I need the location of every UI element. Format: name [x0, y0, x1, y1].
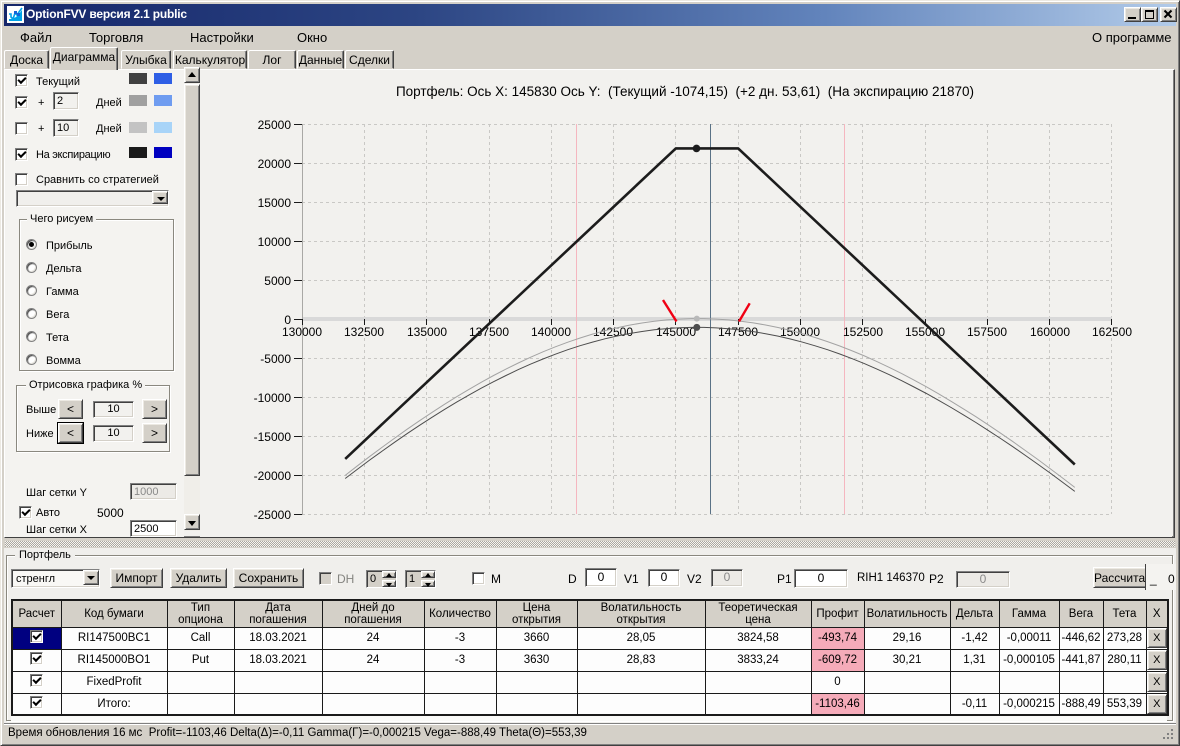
- svg-text:162500: 162500: [1092, 325, 1132, 339]
- svg-text:-5000: -5000: [260, 352, 291, 366]
- svg-text:-20000: -20000: [254, 469, 292, 483]
- svg-text:152500: 152500: [843, 325, 883, 339]
- svg-text:132500: 132500: [344, 325, 384, 339]
- svg-text:15000: 15000: [258, 196, 292, 210]
- svg-text:147500: 147500: [718, 325, 758, 339]
- svg-text:20000: 20000: [258, 157, 292, 171]
- svg-text:157500: 157500: [967, 325, 1007, 339]
- svg-text:5000: 5000: [264, 274, 291, 288]
- svg-text:-25000: -25000: [254, 508, 292, 522]
- svg-text:10000: 10000: [258, 235, 292, 249]
- svg-text:25000: 25000: [258, 118, 292, 132]
- svg-text:-10000: -10000: [254, 391, 292, 405]
- svg-text:-15000: -15000: [254, 430, 292, 444]
- svg-text:160000: 160000: [1030, 325, 1070, 339]
- svg-text:Портфель: Ось X: 145830 Ось Y:: Портфель: Ось X: 145830 Ось Y: (Текущий …: [396, 84, 974, 99]
- svg-text:135000: 135000: [407, 325, 447, 339]
- svg-text:140000: 140000: [531, 325, 571, 339]
- svg-text:130000: 130000: [282, 325, 322, 339]
